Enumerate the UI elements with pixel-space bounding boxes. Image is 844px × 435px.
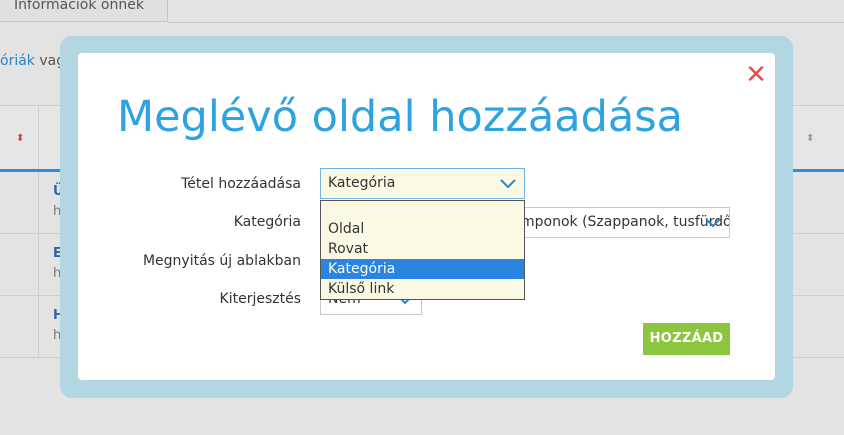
item-type-select[interactable]: Kategória [320,168,525,199]
info-tab[interactable]: Információk önnek [0,0,168,22]
dropdown-option-oldal[interactable]: Oldal [321,219,524,239]
dropdown-option-kategoria[interactable]: Kategória [321,259,524,279]
category-value: mponok (Szappanok, tusfürdő [521,214,730,230]
dropdown-option-kulso-link[interactable]: Külső link [321,279,524,299]
category-label: Kategória [233,214,301,230]
item-type-label: Tétel hozzáadása [181,176,301,192]
close-icon[interactable]: ✕ [743,62,769,88]
tab-bar-line [168,22,844,23]
dropdown-option-rovat[interactable]: Rovat [321,239,524,259]
chevron-down-icon [705,218,721,228]
info-tab-label: Információk önnek [14,0,144,13]
item-type-dropdown: Oldal Rovat Kategória Külső link [320,200,525,300]
dropdown-option-empty[interactable] [321,201,524,221]
new-window-label: Megnyitás új ablakban [142,253,301,269]
intro-link[interactable]: óriák [0,53,35,69]
chevron-down-icon [500,179,516,189]
sort-icon-right[interactable]: ⬍ [806,133,814,144]
expand-label: Kiterjesztés [219,291,301,307]
add-button[interactable]: HOZZÁAD [643,323,730,355]
item-type-value: Kategória [328,175,396,191]
modal-title: Meglévő oldal hozzáadása [117,92,683,142]
sort-icon[interactable]: ⬍ [16,133,24,144]
